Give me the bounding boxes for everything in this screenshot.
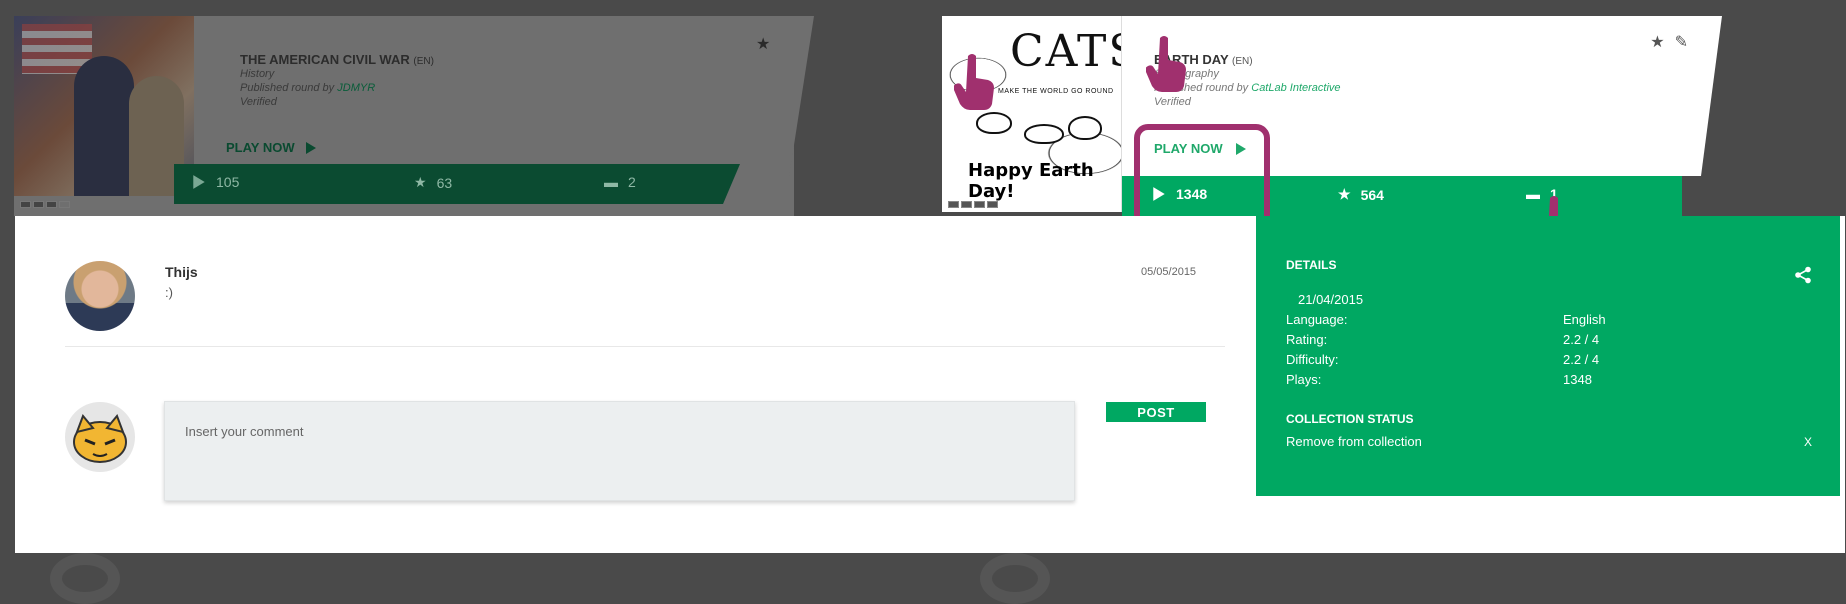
avatar — [65, 261, 135, 331]
publisher-link: JDMYR — [337, 82, 376, 94]
star-icon: ★ — [414, 174, 427, 190]
share-icon[interactable] — [1794, 266, 1812, 289]
pencil-icon[interactable]: ✎ — [1675, 32, 1688, 52]
remove-from-collection-link[interactable]: Remove from collection — [1286, 434, 1422, 449]
cat-avatar-icon — [73, 414, 127, 463]
quiz-card-earth-day: CATS MAKE THE WORLD GO ROUND Happy Earth… — [942, 16, 1722, 216]
play-icon — [193, 175, 205, 189]
avatar — [65, 402, 135, 472]
quiz-status: Verified — [240, 96, 277, 108]
publish-date: 21/04/2015 — [1298, 292, 1364, 307]
play-icon — [305, 141, 316, 154]
quiz-thumbnail: CATS MAKE THE WORLD GO ROUND Happy Earth… — [942, 16, 1122, 212]
background-avatar — [980, 553, 1050, 604]
play-now-button: PLAY NOW — [226, 140, 317, 155]
quiz-category: History — [240, 68, 275, 80]
favorites-stat[interactable]: ★ 564 — [1338, 186, 1384, 203]
hand-pointer-icon — [954, 54, 994, 110]
details-sidebar: DETAILS 21/04/2015 Language: English Rati… — [1256, 216, 1840, 496]
publisher-link[interactable]: CatLab Interactive — [1251, 82, 1340, 94]
quiz-publisher: Published round by JDMYR — [240, 82, 376, 94]
comments-stat: ▬ 2 — [604, 174, 636, 190]
comment-input[interactable] — [164, 401, 1075, 501]
hand-pointer-icon — [1146, 36, 1186, 92]
favorites-stat: ★ 63 — [414, 174, 453, 191]
quiz-status: Verified — [1154, 96, 1191, 108]
quiz-title: THE AMERICAN CIVIL WAR (EN) — [240, 52, 434, 67]
comment-icon: ▬ — [604, 174, 618, 190]
close-icon[interactable]: X — [1804, 435, 1812, 449]
divider — [65, 346, 1225, 347]
difficulty-indicator — [948, 201, 998, 208]
difficulty-indicator — [20, 201, 70, 208]
star-icon: ★ — [756, 36, 771, 53]
quiz-card-civil-war: THE AMERICAN CIVIL WAR (EN) History Publ… — [14, 16, 814, 216]
quiz-detail-panel: Thijs :) 05/05/2015 POST DETAILS 21/04/2… — [15, 216, 1845, 553]
comment-author[interactable]: Thijs — [165, 264, 198, 280]
plays-stat: 105 — [192, 174, 239, 190]
star-icon[interactable]: ★ — [1650, 32, 1664, 52]
comment-text: :) — [165, 285, 173, 300]
quiz-thumbnail — [14, 16, 194, 196]
collection-status-heading: COLLECTION STATUS — [1286, 412, 1414, 426]
background-avatar — [50, 553, 120, 604]
comment-date: 05/05/2015 — [1141, 266, 1197, 278]
star-icon: ★ — [1338, 186, 1351, 202]
details-heading: DETAILS — [1286, 258, 1337, 272]
post-button[interactable]: POST — [1106, 402, 1206, 422]
comments-section: Thijs :) 05/05/2015 POST — [15, 216, 1255, 553]
